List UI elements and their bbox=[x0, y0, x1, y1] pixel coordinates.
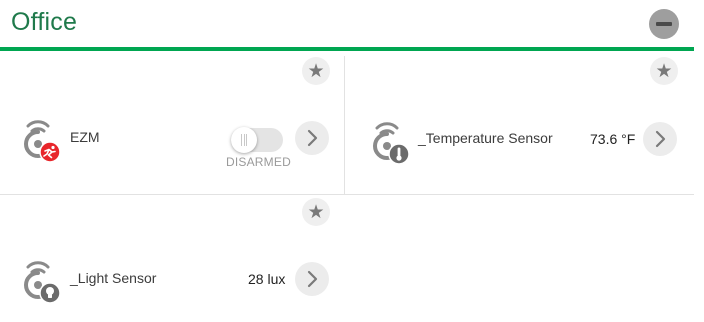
device-details-button[interactable] bbox=[643, 122, 677, 156]
thermometer-icon bbox=[388, 143, 410, 165]
toggle-knob[interactable] bbox=[231, 127, 257, 153]
chevron-right-icon bbox=[307, 270, 318, 288]
room-header: Office bbox=[0, 0, 694, 51]
device-details-button[interactable] bbox=[295, 262, 329, 296]
temperature-value: 73.6 °F bbox=[590, 131, 636, 147]
grip-line bbox=[243, 134, 245, 146]
favorite-star-icon[interactable]: ★ bbox=[302, 198, 330, 226]
arm-status-label: DISARMED bbox=[226, 155, 291, 169]
chevron-right-icon bbox=[655, 130, 666, 148]
tile-divider bbox=[344, 56, 345, 194]
tile-divider bbox=[0, 194, 694, 195]
favorite-star-icon[interactable]: ★ bbox=[650, 57, 678, 85]
grip-line bbox=[246, 134, 247, 146]
device-details-button[interactable] bbox=[295, 121, 329, 155]
device-name: EZM bbox=[70, 129, 100, 145]
motion-figure-icon bbox=[39, 141, 61, 163]
device-name: _Light Sensor bbox=[70, 270, 157, 286]
room-title: Office bbox=[11, 8, 78, 36]
minus-icon bbox=[656, 22, 672, 26]
grip-line bbox=[241, 134, 242, 146]
light-bulb-icon bbox=[39, 282, 61, 304]
light-value: 28 lux bbox=[248, 271, 286, 287]
chevron-right-icon bbox=[307, 129, 318, 147]
arm-toggle[interactable] bbox=[231, 127, 283, 153]
collapse-button[interactable] bbox=[649, 9, 679, 39]
favorite-star-icon[interactable]: ★ bbox=[302, 57, 330, 85]
device-name: _Temperature Sensor bbox=[418, 130, 553, 146]
